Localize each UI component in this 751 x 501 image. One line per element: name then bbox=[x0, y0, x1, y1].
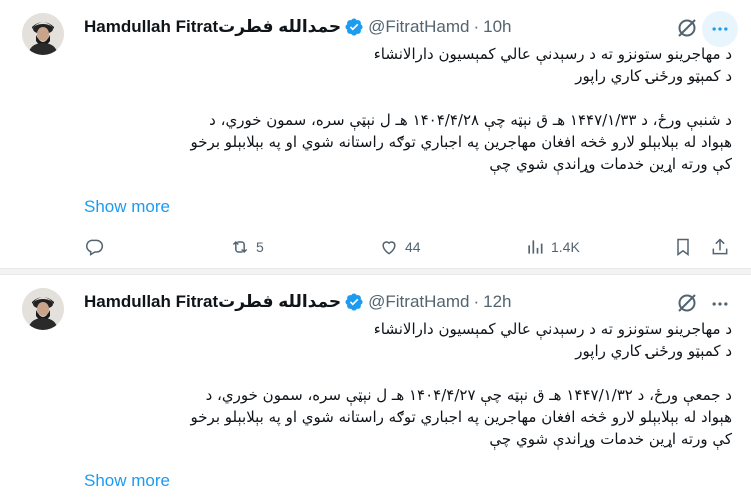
text-line: هېواد له بېلابېلو لارو څخه افغان مهاجرین… bbox=[190, 408, 732, 426]
view-count: 1.4K bbox=[551, 239, 580, 255]
tweet[interactable]: Hamdullah Fitrat حمدالله فطرت @FitratHam… bbox=[0, 0, 751, 268]
repost-count: 5 bbox=[256, 239, 264, 255]
text-line: د کمېټو ورځنۍ کاري راپور bbox=[575, 342, 732, 360]
bookmark-icon bbox=[677, 238, 689, 256]
share-icon bbox=[712, 238, 728, 255]
more-options-button[interactable] bbox=[702, 11, 738, 47]
author-name[interactable]: Hamdullah Fitrat bbox=[84, 17, 218, 37]
author-handle[interactable]: @FitratHamd bbox=[368, 17, 469, 37]
text-line: د کمېټو ورځنۍ کاري راپور bbox=[575, 67, 732, 85]
verified-badge-icon bbox=[344, 292, 364, 312]
avatar[interactable] bbox=[22, 13, 64, 55]
timestamp[interactable]: 12h bbox=[483, 292, 511, 312]
author-name[interactable]: Hamdullah Fitrat bbox=[84, 292, 218, 312]
bookmark-button[interactable] bbox=[673, 235, 693, 259]
action-bar: 5 44 1.4K bbox=[84, 235, 734, 259]
more-dots-icon bbox=[712, 27, 728, 31]
separator-dot: · bbox=[473, 292, 480, 311]
avatar[interactable] bbox=[22, 288, 64, 330]
repost-icon bbox=[232, 240, 248, 254]
analytics-icon bbox=[528, 240, 543, 254]
show-more-link[interactable]: Show more bbox=[84, 471, 170, 491]
tweet-text: د مهاجرینو ستونزو ته د رسېدنې عالي کمېسی… bbox=[84, 318, 732, 450]
heart-icon bbox=[382, 241, 396, 255]
tweet-header: Hamdullah Fitrat حمدالله فطرت @FitratHam… bbox=[84, 292, 512, 312]
separator-dot: · bbox=[473, 17, 480, 36]
text-line: کې ورته اړین خدمات وړاندې شوي چې bbox=[489, 155, 732, 173]
repost-button[interactable]: 5 bbox=[230, 235, 264, 259]
more-options-button[interactable] bbox=[702, 286, 738, 322]
text-line: کې ورته اړین خدمات وړاندې شوي چې bbox=[489, 430, 732, 448]
author-name-ps[interactable]: حمدالله فطرت bbox=[218, 17, 341, 37]
grok-icon[interactable] bbox=[675, 16, 699, 40]
tweet-header: Hamdullah Fitrat حمدالله فطرت @FitratHam… bbox=[84, 17, 512, 37]
author-handle[interactable]: @FitratHamd bbox=[368, 292, 469, 312]
tweet-divider bbox=[0, 268, 751, 275]
like-button[interactable]: 44 bbox=[379, 235, 421, 259]
verified-badge-icon bbox=[344, 17, 364, 37]
text-line: د مهاجرینو ستونزو ته د رسېدنې عالي کمېسی… bbox=[373, 320, 732, 338]
text-line: د مهاجرینو ستونزو ته د رسېدنې عالي کمېسی… bbox=[373, 45, 732, 63]
timestamp[interactable]: 10h bbox=[483, 17, 511, 37]
tweet[interactable]: Hamdullah Fitrat حمدالله فطرت @FitratHam… bbox=[0, 275, 751, 501]
share-button[interactable] bbox=[710, 235, 730, 259]
text-line: د جمعې ورځ، د ۱۴۴۷/۱/۳۲ هـ ق نېټه چې ۱۴۰… bbox=[205, 386, 732, 404]
text-line: د شنبې ورځ، د ۱۴۴۷/۱/۳۳ هـ ق نېټه چې ۱۴۰… bbox=[209, 111, 732, 129]
views-button[interactable]: 1.4K bbox=[525, 235, 580, 259]
author-name-ps[interactable]: حمدالله فطرت bbox=[218, 292, 341, 312]
avatar-image bbox=[22, 288, 64, 330]
more-dots-icon bbox=[712, 302, 728, 306]
like-count: 44 bbox=[405, 239, 421, 255]
show-more-link[interactable]: Show more bbox=[84, 197, 170, 217]
text-line: هېواد له بېلابېلو لارو څخه افغان مهاجرین… bbox=[190, 133, 732, 151]
tweet-text: د مهاجرینو ستونزو ته د رسېدنې عالي کمېسی… bbox=[84, 43, 732, 175]
reply-button[interactable] bbox=[84, 235, 110, 259]
avatar-image bbox=[22, 13, 64, 55]
reply-icon bbox=[86, 239, 104, 256]
grok-icon[interactable] bbox=[675, 291, 699, 315]
